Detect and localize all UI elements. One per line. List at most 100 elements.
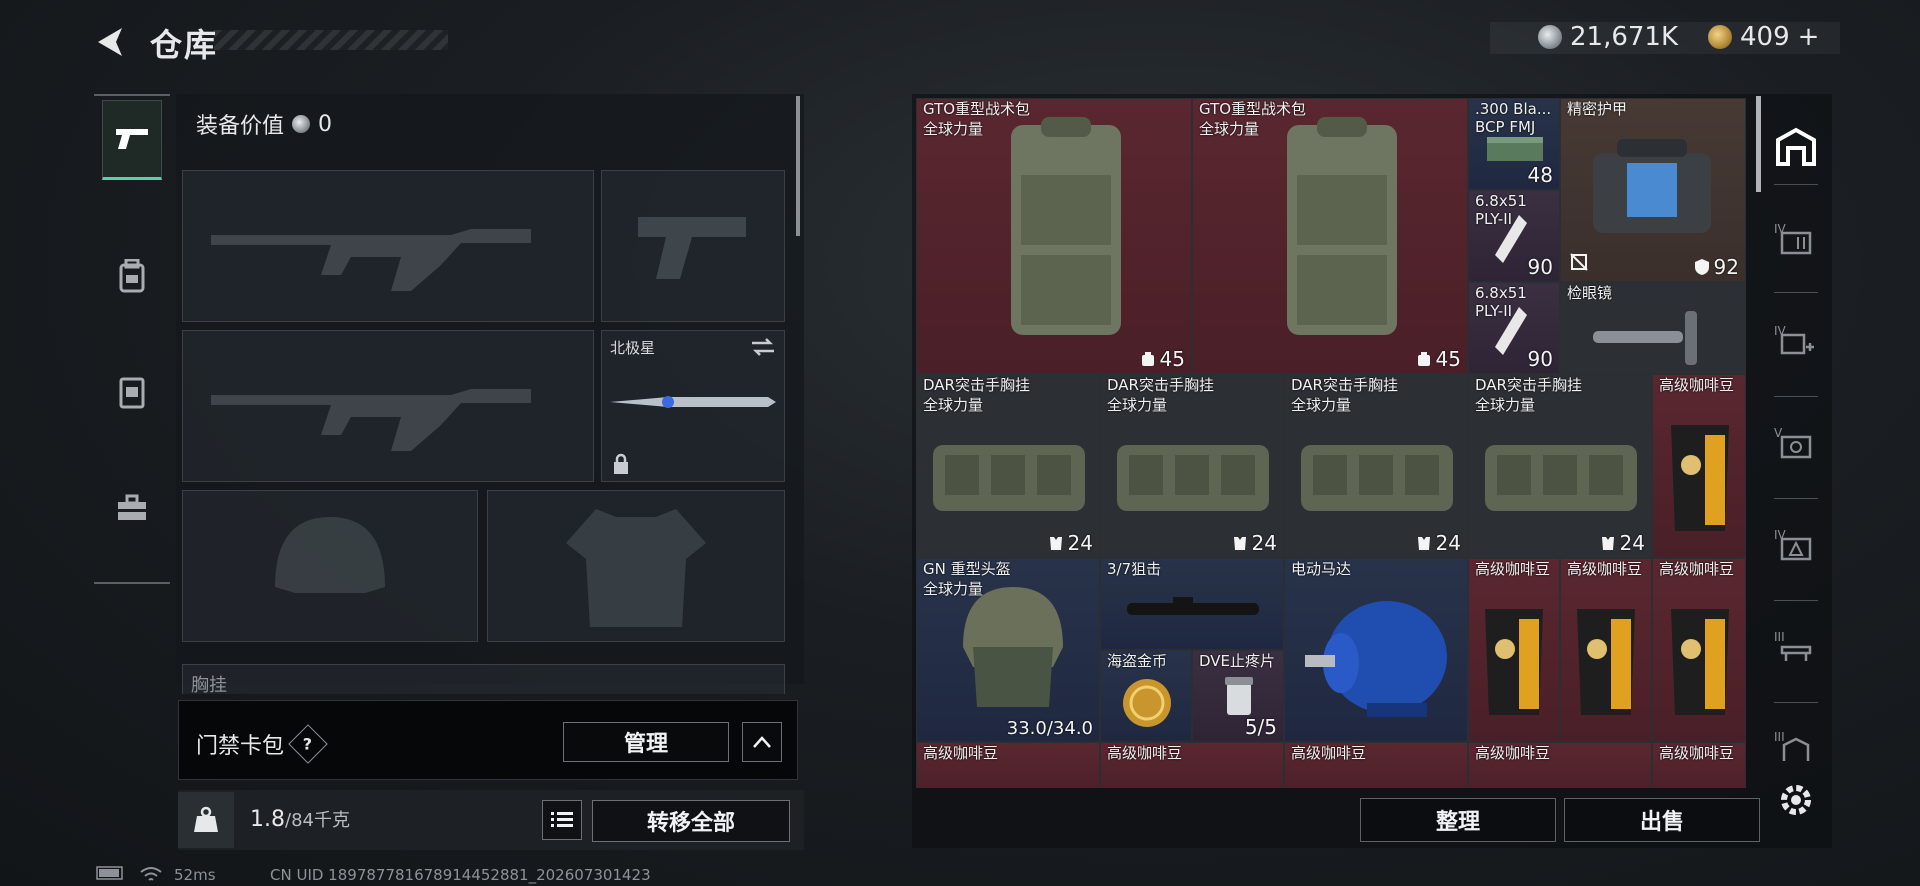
rail-divider: [1774, 184, 1818, 185]
silver-coin-icon: [1538, 25, 1562, 49]
primary-weapon-slot[interactable]: [182, 170, 594, 322]
inventory-item[interactable]: 精密护甲 92: [1560, 98, 1746, 282]
gold-amount: 409: [1740, 22, 1790, 52]
gold-currency[interactable]: 409 +: [1708, 20, 1819, 54]
weapon-case-icon: [1780, 435, 1812, 459]
vest-icon: [119, 377, 145, 409]
helmet-slot[interactable]: [182, 490, 478, 642]
vest-capacity-icon: [1233, 537, 1246, 550]
manage-button[interactable]: 管理: [563, 722, 729, 762]
pistol-silhouette-icon: [638, 217, 746, 279]
inventory-item[interactable]: 高级咖啡豆: [1468, 742, 1652, 788]
tab-backpack[interactable]: [102, 236, 162, 316]
inventory-item[interactable]: 6.8x51 PLY-II 90: [1468, 282, 1560, 374]
inventory-item[interactable]: DVE止疼片 5/5: [1192, 650, 1284, 742]
armor-durability: 92: [1694, 255, 1739, 279]
storage-medical-tab[interactable]: IV: [1772, 320, 1820, 368]
inventory-grid: GTO重型战术包 全球力量 45 GTO重型战术包 全球力量 45 .300 B…: [916, 98, 1746, 788]
weight-icon: [194, 806, 218, 832]
chest-rig-slot[interactable]: 胸挂: [182, 664, 785, 696]
armor-slot[interactable]: [487, 490, 785, 642]
storage-weapon-case-tab[interactable]: V: [1772, 422, 1820, 470]
chest-rig-label: 胸挂: [191, 675, 227, 696]
inventory-item[interactable]: 3/7狙击: [1100, 558, 1284, 650]
inventory-item[interactable]: DAR突击手胸挂 全球力量 24: [1284, 374, 1468, 558]
pistol-icon: [116, 129, 148, 149]
storage-gun-rack-tab[interactable]: III: [1772, 626, 1820, 674]
collapse-button[interactable]: [742, 722, 782, 762]
inventory-item[interactable]: 高级咖啡豆: [1468, 558, 1560, 742]
bullet-icon: [1495, 215, 1527, 263]
inventory-item[interactable]: 高级咖啡豆: [1560, 558, 1652, 742]
sidearm-slot[interactable]: [601, 170, 785, 322]
inventory-item[interactable]: 6.8x51 PLY-II 90: [1468, 190, 1560, 282]
sell-button[interactable]: 出售: [1564, 798, 1760, 842]
weight-max: /84千克: [285, 810, 350, 831]
inventory-item[interactable]: 高级咖啡豆: [1284, 742, 1468, 788]
capacity-count: 45: [1416, 347, 1461, 371]
melee-slot[interactable]: 北极星: [601, 330, 785, 482]
inventory-item[interactable]: DAR突击手胸挂 全球力量 24: [1100, 374, 1284, 558]
equipment-value-label: 装备价值: [196, 114, 285, 139]
rail-divider: [1774, 702, 1818, 703]
capacity-count: 45: [1140, 347, 1185, 371]
sort-button[interactable]: 整理: [1360, 798, 1556, 842]
inventory-item[interactable]: 检眼镜: [1560, 282, 1746, 374]
bullet-icon: [1495, 307, 1527, 355]
secondary-weapon-slot[interactable]: [182, 330, 594, 482]
inventory-item[interactable]: DAR突击手胸挂 全球力量 24: [1468, 374, 1652, 558]
uid-text: CN UID 1897877816789144528​81_2026073014…: [270, 866, 651, 884]
coffee-bag-icon: [1671, 425, 1729, 531]
toolbox-icon: [118, 494, 146, 520]
inventory-item[interactable]: DAR突击手胸挂 全球力量 24: [916, 374, 1100, 558]
storage-ammo-tab[interactable]: IV: [1772, 524, 1820, 572]
storage-armor-rack-tab[interactable]: III: [1772, 726, 1820, 774]
capacity-count: 24: [1048, 531, 1093, 555]
rail-divider: [1774, 396, 1818, 397]
inventory-item[interactable]: GN 重型头盔 全球力量 33.0/34.0: [916, 558, 1100, 742]
rifle-silhouette-icon: [211, 229, 531, 291]
add-currency-icon[interactable]: +: [1798, 22, 1820, 52]
list-view-button[interactable]: [542, 800, 582, 840]
weight-readout: 1.8/84千克: [250, 806, 350, 832]
inventory-item[interactable]: 高级咖啡豆: [916, 742, 1100, 788]
inventory-item[interactable]: 高级咖啡豆: [1652, 558, 1746, 742]
inventory-item[interactable]: 电动马达: [1284, 558, 1468, 742]
tab-vest[interactable]: [102, 352, 162, 432]
inventory-item[interactable]: 高级咖啡豆: [1652, 374, 1746, 558]
electric-motor-icon: [1305, 601, 1447, 717]
tab-toolbox[interactable]: [102, 468, 162, 548]
chest-rig-icon: [1301, 445, 1453, 511]
gatecard-label: 门禁卡包: [196, 734, 285, 759]
inventory-item[interactable]: 高级咖啡豆: [1100, 742, 1284, 788]
inventory-item[interactable]: .300 Bla... BCP FMJ 48: [1468, 98, 1560, 190]
storage-expansion-tab[interactable]: IV: [1772, 218, 1820, 266]
rifle-silhouette-icon: [211, 389, 531, 451]
transfer-all-button[interactable]: 转移全部: [592, 800, 790, 842]
battery-icon: [96, 866, 126, 884]
wifi-icon: [140, 866, 162, 886]
tab-weapons[interactable]: [102, 100, 162, 180]
inventory-scrollbar[interactable]: [1756, 96, 1761, 192]
vest-capacity-icon: [1417, 537, 1430, 550]
inventory-item[interactable]: 高级咖啡豆: [1652, 742, 1746, 788]
swap-icon[interactable]: [750, 337, 776, 357]
knife-icon: [610, 396, 776, 408]
inventory-item[interactable]: 海盗金币: [1100, 650, 1192, 742]
settings-button[interactable]: [1772, 776, 1820, 824]
melee-name: 北极星: [610, 339, 656, 357]
silver-amount: 21,671K: [1570, 22, 1679, 52]
backpack-icon: [1287, 117, 1397, 335]
help-icon[interactable]: ?: [288, 724, 328, 764]
inventory-item[interactable]: GTO重型战术包 全球力量 45: [916, 98, 1192, 374]
coffee-bag-icon: [1577, 609, 1635, 715]
gold-coin-icon: [1708, 25, 1732, 49]
warehouse-icon: [1776, 127, 1816, 166]
gatecard-title: 门禁卡包 ?: [196, 724, 328, 764]
back-button[interactable]: [92, 22, 132, 62]
equipment-scrollbar[interactable]: [796, 96, 800, 236]
title-decoration: [214, 30, 448, 50]
backpack-icon: [1011, 117, 1121, 335]
inventory-item[interactable]: GTO重型战术包 全球力量 45: [1192, 98, 1468, 374]
storage-main-tab[interactable]: [1772, 122, 1820, 170]
